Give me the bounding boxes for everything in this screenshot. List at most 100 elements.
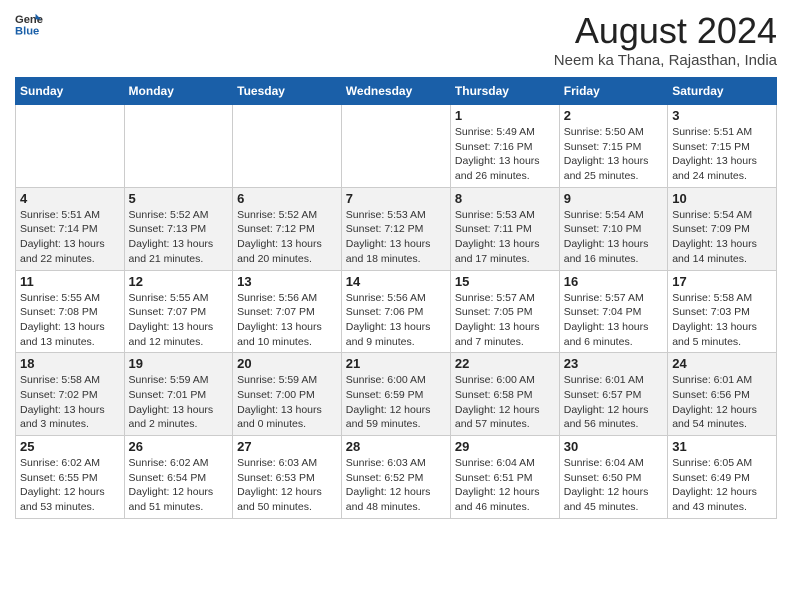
day-info: Sunrise: 5:51 AM Sunset: 7:14 PM Dayligh… (20, 208, 120, 267)
calendar-cell: 9Sunrise: 5:54 AM Sunset: 7:10 PM Daylig… (559, 187, 667, 270)
logo: General Blue (15, 10, 43, 38)
day-number: 12 (129, 274, 229, 289)
page-header: General Blue August 2024 Neem ka Thana, … (15, 10, 777, 69)
calendar-cell: 4 Sunrise: 5:51 AM Sunset: 7:14 PM Daylig… (16, 187, 125, 270)
calendar-cell: 31 Sunrise: 6:05 AM Sunset: 6:49 PM Dayli… (668, 436, 777, 519)
calendar-week-5: 25 Sunrise: 6:02 AM Sunset: 6:55 PM Dayli… (16, 436, 777, 519)
day-info: Sunrise: 6:02 AM Sunset: 6:54 PM Dayligh… (129, 456, 229, 515)
calendar-cell: 16 Sunrise: 5:57 AM Sunset: 7:04 PM Dayli… (559, 270, 667, 353)
day-info: Sunrise: 5:54 AM Sunset: 7:09 PM Dayligh… (672, 208, 772, 267)
calendar-cell: 2 Sunrise: 5:50 AM Sunset: 7:15 PM Daylig… (559, 105, 667, 188)
day-number: 8 (455, 191, 555, 206)
calendar-cell: 13Sunrise: 5:56 AM Sunset: 7:07 PM Dayli… (233, 270, 342, 353)
calendar-cell: 30 Sunrise: 6:04 AM Sunset: 6:50 PM Dayli… (559, 436, 667, 519)
day-number: 1 (455, 108, 555, 123)
day-info: Sunrise: 5:55 AM Sunset: 7:07 PM Dayligh… (129, 291, 229, 350)
col-saturday: Saturday (668, 78, 777, 105)
day-info: Sunrise: 6:04 AM Sunset: 6:50 PM Dayligh… (564, 456, 663, 515)
day-number: 30 (564, 439, 663, 454)
calendar-cell: 21 Sunrise: 6:00 AM Sunset: 6:59 PM Dayli… (341, 353, 450, 436)
calendar-cell (341, 105, 450, 188)
day-info: Sunrise: 5:53 AM Sunset: 7:12 PM Dayligh… (346, 208, 446, 267)
day-number: 16 (564, 274, 663, 289)
day-number: 19 (129, 356, 229, 371)
day-info: Sunrise: 5:55 AM Sunset: 7:08 PM Dayligh… (20, 291, 120, 350)
day-info: Sunrise: 5:51 AM Sunset: 7:15 PM Dayligh… (672, 125, 772, 184)
day-number: 27 (237, 439, 337, 454)
col-thursday: Thursday (450, 78, 559, 105)
day-info: Sunrise: 6:03 AM Sunset: 6:53 PM Dayligh… (237, 456, 337, 515)
day-info: Sunrise: 5:50 AM Sunset: 7:15 PM Dayligh… (564, 125, 663, 184)
calendar-cell: 8 Sunrise: 5:53 AM Sunset: 7:11 PM Daylig… (450, 187, 559, 270)
col-sunday: Sunday (16, 78, 125, 105)
day-number: 25 (20, 439, 120, 454)
day-info: Sunrise: 5:58 AM Sunset: 7:03 PM Dayligh… (672, 291, 772, 350)
day-info: Sunrise: 6:04 AM Sunset: 6:51 PM Dayligh… (455, 456, 555, 515)
day-info: Sunrise: 5:56 AM Sunset: 7:06 PM Dayligh… (346, 291, 446, 350)
calendar-cell: 14 Sunrise: 5:56 AM Sunset: 7:06 PM Dayli… (341, 270, 450, 353)
day-info: Sunrise: 5:52 AM Sunset: 7:13 PM Dayligh… (129, 208, 229, 267)
calendar-table: Sunday Monday Tuesday Wednesday Thursday… (15, 77, 777, 519)
calendar-cell (16, 105, 125, 188)
day-info: Sunrise: 5:53 AM Sunset: 7:11 PM Dayligh… (455, 208, 555, 267)
svg-text:Blue: Blue (15, 25, 39, 37)
day-number: 14 (346, 274, 446, 289)
location: Neem ka Thana, Rajasthan, India (554, 52, 777, 69)
calendar-cell: 1 Sunrise: 5:49 AM Sunset: 7:16 PM Daylig… (450, 105, 559, 188)
day-number: 29 (455, 439, 555, 454)
day-number: 15 (455, 274, 555, 289)
day-number: 31 (672, 439, 772, 454)
day-info: Sunrise: 5:59 AM Sunset: 7:00 PM Dayligh… (237, 373, 337, 432)
day-info: Sunrise: 6:03 AM Sunset: 6:52 PM Dayligh… (346, 456, 446, 515)
title-block: August 2024 Neem ka Thana, Rajasthan, In… (554, 10, 777, 69)
calendar-cell: 6Sunrise: 5:52 AM Sunset: 7:12 PM Daylig… (233, 187, 342, 270)
calendar-week-4: 18Sunrise: 5:58 AM Sunset: 7:02 PM Dayli… (16, 353, 777, 436)
day-number: 2 (564, 108, 663, 123)
day-info: Sunrise: 6:02 AM Sunset: 6:55 PM Dayligh… (20, 456, 120, 515)
calendar-cell: 29 Sunrise: 6:04 AM Sunset: 6:51 PM Dayli… (450, 436, 559, 519)
day-number: 22 (455, 356, 555, 371)
calendar-cell: 26 Sunrise: 6:02 AM Sunset: 6:54 PM Dayli… (124, 436, 233, 519)
day-info: Sunrise: 5:57 AM Sunset: 7:04 PM Dayligh… (564, 291, 663, 350)
calendar-body: 1 Sunrise: 5:49 AM Sunset: 7:16 PM Daylig… (16, 105, 777, 519)
calendar-cell: 19 Sunrise: 5:59 AM Sunset: 7:01 PM Dayli… (124, 353, 233, 436)
calendar-week-3: 11 Sunrise: 5:55 AM Sunset: 7:08 PM Dayli… (16, 270, 777, 353)
calendar-cell: 10 Sunrise: 5:54 AM Sunset: 7:09 PM Dayli… (668, 187, 777, 270)
calendar-cell: 18Sunrise: 5:58 AM Sunset: 7:02 PM Dayli… (16, 353, 125, 436)
calendar-header: Sunday Monday Tuesday Wednesday Thursday… (16, 78, 777, 105)
day-info: Sunrise: 6:00 AM Sunset: 6:59 PM Dayligh… (346, 373, 446, 432)
day-number: 21 (346, 356, 446, 371)
calendar-cell: 17Sunrise: 5:58 AM Sunset: 7:03 PM Dayli… (668, 270, 777, 353)
calendar-week-1: 1 Sunrise: 5:49 AM Sunset: 7:16 PM Daylig… (16, 105, 777, 188)
logo-icon: General Blue (15, 10, 43, 38)
day-info: Sunrise: 6:00 AM Sunset: 6:58 PM Dayligh… (455, 373, 555, 432)
day-number: 4 (20, 191, 120, 206)
day-number: 20 (237, 356, 337, 371)
day-info: Sunrise: 5:49 AM Sunset: 7:16 PM Dayligh… (455, 125, 555, 184)
month-title: August 2024 (554, 10, 777, 52)
calendar-cell: 20 Sunrise: 5:59 AM Sunset: 7:00 PM Dayli… (233, 353, 342, 436)
day-number: 13 (237, 274, 337, 289)
calendar-cell (124, 105, 233, 188)
day-number: 24 (672, 356, 772, 371)
day-number: 23 (564, 356, 663, 371)
calendar-week-2: 4 Sunrise: 5:51 AM Sunset: 7:14 PM Daylig… (16, 187, 777, 270)
col-monday: Monday (124, 78, 233, 105)
day-number: 26 (129, 439, 229, 454)
calendar-cell: 27 Sunrise: 6:03 AM Sunset: 6:53 PM Dayli… (233, 436, 342, 519)
day-info: Sunrise: 5:57 AM Sunset: 7:05 PM Dayligh… (455, 291, 555, 350)
day-number: 7 (346, 191, 446, 206)
day-number: 5 (129, 191, 229, 206)
calendar-cell: 3 Sunrise: 5:51 AM Sunset: 7:15 PM Daylig… (668, 105, 777, 188)
day-info: Sunrise: 6:05 AM Sunset: 6:49 PM Dayligh… (672, 456, 772, 515)
day-info: Sunrise: 5:59 AM Sunset: 7:01 PM Dayligh… (129, 373, 229, 432)
calendar-cell: 22 Sunrise: 6:00 AM Sunset: 6:58 PM Dayli… (450, 353, 559, 436)
calendar-cell: 24Sunrise: 6:01 AM Sunset: 6:56 PM Dayli… (668, 353, 777, 436)
day-number: 10 (672, 191, 772, 206)
calendar-cell: 25 Sunrise: 6:02 AM Sunset: 6:55 PM Dayli… (16, 436, 125, 519)
svg-text:General: General (15, 14, 43, 26)
col-friday: Friday (559, 78, 667, 105)
day-number: 11 (20, 274, 120, 289)
day-number: 3 (672, 108, 772, 123)
col-wednesday: Wednesday (341, 78, 450, 105)
